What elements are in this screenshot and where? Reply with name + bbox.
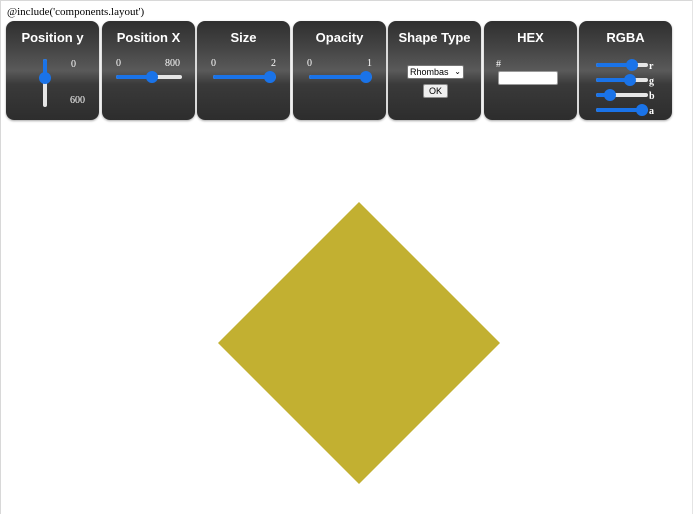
position-y-panel: Position y 0 600	[6, 21, 99, 120]
position-x-slider-knob[interactable]	[146, 71, 158, 83]
rgba-title: RGBA	[606, 30, 645, 45]
hex-hash-label: #	[496, 59, 501, 70]
include-directive-text: @include('components.layout')	[7, 6, 145, 18]
rgba-b-label: b	[649, 91, 655, 102]
hex-title: HEX	[517, 30, 544, 45]
chevron-down-icon: ⌄	[454, 67, 461, 76]
opacity-max-label: 1	[367, 58, 372, 69]
shape-type-selected-value: Rhombas	[410, 67, 449, 77]
shape-canvas	[218, 202, 500, 484]
opacity-slider-knob[interactable]	[360, 71, 372, 83]
shape-type-panel: Shape Type Rhombas ⌄ OK	[388, 21, 481, 120]
rgba-g-label: g	[649, 76, 654, 87]
rgba-a-label: a	[649, 106, 654, 117]
position-y-min-label: 0	[71, 59, 76, 70]
frame-top-border	[0, 0, 693, 1]
size-min-label: 0	[211, 58, 216, 69]
rgba-r-label: r	[649, 61, 654, 72]
rgba-a-slider-knob[interactable]	[636, 104, 648, 116]
size-slider[interactable]	[213, 71, 276, 83]
rgba-r-slider[interactable]	[596, 59, 648, 71]
opacity-panel: Opacity 0 1	[293, 21, 386, 120]
hex-panel: HEX #	[484, 21, 577, 120]
position-y-title: Position y	[21, 30, 84, 45]
ok-button[interactable]: OK	[423, 84, 448, 98]
shape-type-select[interactable]: Rhombas ⌄	[407, 65, 464, 79]
position-y-max-label: 600	[70, 95, 85, 106]
rhombus-shape	[218, 202, 500, 484]
rgba-g-slider[interactable]	[596, 74, 648, 86]
position-x-slider[interactable]	[116, 71, 182, 83]
size-slider-knob[interactable]	[264, 71, 276, 83]
opacity-title: Opacity	[315, 30, 364, 45]
rgba-r-slider-knob[interactable]	[626, 59, 638, 71]
rgba-panel: RGBA r g b a	[579, 21, 672, 120]
opacity-min-label: 0	[307, 58, 312, 69]
size-title: Size	[230, 30, 257, 45]
frame-left-border	[0, 0, 1, 514]
position-y-slider-knob[interactable]	[39, 72, 51, 84]
position-x-min-label: 0	[116, 58, 121, 69]
rgba-g-slider-knob[interactable]	[624, 74, 636, 86]
rgba-b-slider-knob[interactable]	[604, 89, 616, 101]
position-x-title: Position X	[116, 30, 181, 45]
opacity-slider[interactable]	[309, 71, 372, 83]
shape-type-title: Shape Type	[398, 30, 471, 45]
position-y-slider[interactable]	[39, 59, 51, 107]
position-x-max-label: 800	[165, 58, 180, 69]
rgba-b-slider[interactable]	[596, 89, 648, 101]
rgba-a-slider[interactable]	[596, 104, 648, 116]
hex-input[interactable]	[498, 71, 558, 85]
size-panel: Size 0 2	[197, 21, 290, 120]
size-slider-fill	[213, 75, 270, 79]
opacity-slider-fill	[309, 75, 366, 79]
size-max-label: 2	[271, 58, 276, 69]
position-x-panel: Position X 0 800	[102, 21, 195, 120]
